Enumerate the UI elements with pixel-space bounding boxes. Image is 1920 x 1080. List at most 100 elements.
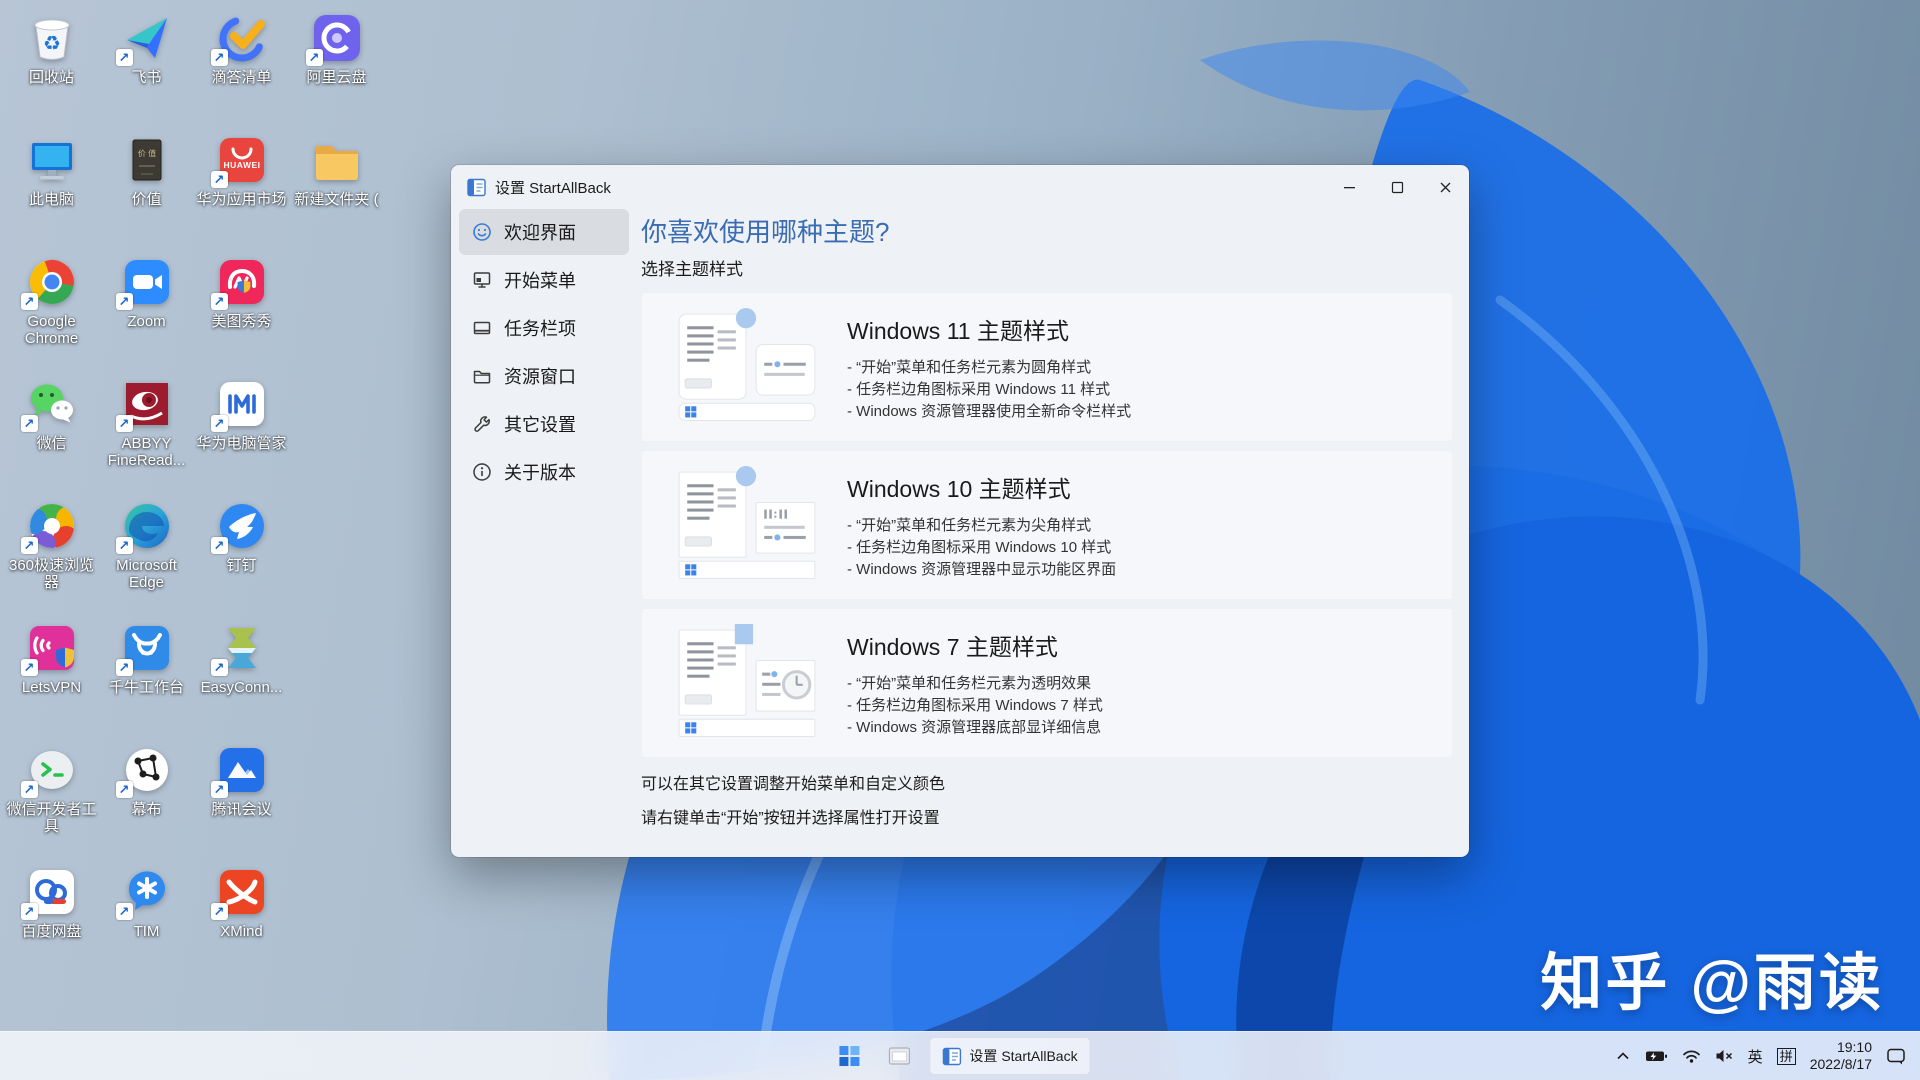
desktop-icon-abbyy[interactable]: ↗ ABBYY FineRead...: [99, 374, 194, 496]
dingtalk-icon: ↗: [210, 500, 268, 554]
sidebar-item-label: 资源窗口: [504, 367, 576, 387]
clock[interactable]: 19:10 2022/8/17: [1810, 1039, 1872, 1073]
desktop-icon-book-jiazhi[interactable]: 价 值价值: [99, 130, 194, 252]
tim-icon: ↗: [115, 866, 173, 920]
desktop-icon-label: 飞书: [131, 69, 162, 86]
shortcut-arrow-icon: ↗: [115, 293, 133, 310]
maximize-button[interactable]: [1373, 165, 1421, 209]
desktop-icon-this-pc[interactable]: 此电脑: [4, 130, 99, 252]
sidebar-item-label: 任务栏项: [504, 319, 576, 339]
tray-date: 2022/8/17: [1809, 1056, 1872, 1072]
taskbar-task-startallback[interactable]: 设置 StartAllBack: [929, 1037, 1091, 1075]
desktop-icon-wechat-devtools[interactable]: ↗ 微信开发者工具: [4, 740, 99, 862]
abbyy-icon: ↗: [115, 378, 173, 432]
minimize-button[interactable]: [1325, 165, 1373, 209]
theme-bullets: - “开始”菜单和任务栏元素为尖角样式 - 任务栏边角图标采用 Windows 1…: [847, 515, 1116, 581]
theme-option-2[interactable]: Windows 7 主题样式 - “开始”菜单和任务栏元素为透明效果 - 任务栏边角…: [641, 608, 1453, 758]
language-indicator[interactable]: 英: [1748, 1046, 1763, 1067]
footnote-1: 可以在其它设置调整开始菜单和自定义颜色: [641, 776, 946, 793]
shortcut-arrow-icon: ↗: [115, 415, 133, 432]
sidebar-item-advanced[interactable]: 其它设置: [459, 401, 629, 447]
desktop-icon-label: 千牛工作台: [108, 679, 184, 696]
theme-preview-icon: [671, 308, 823, 426]
desktop-icon-meitu[interactable]: ↗ 美图秀秀: [194, 252, 289, 374]
shortcut-arrow-icon: ↗: [20, 781, 38, 798]
wifi-icon[interactable]: [1682, 1048, 1701, 1064]
edge-icon: ↗: [115, 500, 173, 554]
sidebar-item-label: 欢迎界面: [504, 223, 576, 243]
easyconnect-icon: ↗: [210, 622, 268, 676]
desktop-icon-label: Google Chrome: [24, 313, 79, 348]
start-button[interactable]: [829, 1036, 869, 1076]
start-menu-icon: [472, 270, 492, 290]
wrench-icon: [472, 414, 492, 434]
desktop-icon-tim[interactable]: ↗ TIM: [99, 862, 194, 984]
desktop-icon-label: 美图秀秀: [211, 313, 272, 330]
desktop-icon-qianniu[interactable]: ↗ 千牛工作台: [99, 618, 194, 740]
ime-indicator[interactable]: 拼: [1776, 1047, 1796, 1065]
desktop-icon-chrome[interactable]: ↗ Google Chrome: [4, 252, 99, 374]
desktop-icon-recycle-bin[interactable]: ♻ 回收站: [4, 8, 99, 130]
sidebar-item-start-menu[interactable]: 开始菜单: [459, 257, 629, 303]
sidebar-item-explorer[interactable]: 资源窗口: [459, 353, 629, 399]
explorer-taskbar-icon[interactable]: [879, 1036, 919, 1076]
desktop-icon-letsvpn[interactable]: ↗ LetsVPN: [4, 618, 99, 740]
theme-bullet: - 任务栏边角图标采用 Windows 7 样式: [847, 696, 1103, 714]
sidebar-item-welcome[interactable]: 欢迎界面: [459, 209, 629, 255]
desktop-icon-label: 腾讯会议: [211, 801, 272, 818]
desktop-icon-label: 华为应用市场: [196, 191, 287, 208]
shortcut-arrow-icon: ↗: [20, 293, 38, 310]
desktop-icon-tencent-meeting[interactable]: ↗ 腾讯会议: [194, 740, 289, 862]
theme-options-list: Windows 11 主题样式 - “开始”菜单和任务栏元素为圆角样式 - 任务栏边…: [641, 292, 1453, 758]
startallback-task-icon: [942, 1047, 962, 1066]
desktop-icon-mubu[interactable]: ↗ 幕布: [99, 740, 194, 862]
desktop-icon-baidu-netdisk[interactable]: ↗ 百度网盘: [4, 862, 99, 984]
battery-icon[interactable]: [1645, 1047, 1668, 1065]
desktop-icon-label: Zoom: [127, 313, 166, 330]
desktop-icon-ticktick[interactable]: ↗ 滴答清单: [194, 8, 289, 130]
shortcut-arrow-icon: ↗: [210, 49, 228, 66]
close-button[interactable]: [1421, 165, 1469, 209]
desktop-icon-edge[interactable]: ↗ Microsoft Edge: [99, 496, 194, 618]
desktop-icon-easyconnect[interactable]: ↗ EasyConn...: [194, 618, 289, 740]
sidebar-item-taskbar[interactable]: 任务栏项: [459, 305, 629, 351]
theme-text: Windows 7 主题样式 - “开始”菜单和任务栏元素为透明效果 - 任务栏边角…: [847, 628, 1103, 739]
theme-bullets: - “开始”菜单和任务栏元素为圆角样式 - 任务栏边角图标采用 Windows 1…: [847, 357, 1131, 423]
recycle-bin-icon: ♻: [26, 12, 78, 64]
huawei-pc-manager-icon: ↗: [210, 378, 268, 432]
taskbar-center-group: 设置 StartAllBack: [829, 1032, 1091, 1080]
huawei-appgallery-icon: HUAWEI ↗: [210, 134, 268, 188]
theme-option-1[interactable]: Windows 10 主题样式 - “开始”菜单和任务栏元素为尖角样式 - 任务栏边…: [641, 450, 1453, 600]
startallback-settings-window: 设置 StartAllBack 欢迎界面开始菜单任务栏项资源窗口其它设置 关于版本…: [451, 165, 1469, 857]
qianniu-icon: ↗: [115, 622, 173, 676]
startallback-app-icon: [467, 178, 486, 197]
desktop-icon-label: EasyConn...: [200, 679, 283, 696]
notifications-icon[interactable]: [1886, 1047, 1906, 1065]
desktop-icon-browser-360[interactable]: ↗ 360极速浏览器: [4, 496, 99, 618]
sidebar-item-about[interactable]: 关于版本: [459, 449, 629, 495]
desktop-icon-aliyun-drive[interactable]: ↗ 阿里云盘: [289, 8, 384, 130]
shortcut-arrow-icon: ↗: [210, 903, 228, 920]
sidebar-item-label: 开始菜单: [504, 271, 576, 291]
theme-option-0[interactable]: Windows 11 主题样式 - “开始”菜单和任务栏元素为圆角样式 - 任务栏边…: [641, 292, 1453, 442]
desktop-icon-new-folder[interactable]: 新建文件夹 (: [289, 130, 384, 252]
shortcut-arrow-icon: ↗: [210, 659, 228, 676]
desktop-icon-xmind[interactable]: ↗ XMind: [194, 862, 289, 984]
desktop-icon-wechat[interactable]: ↗ 微信: [4, 374, 99, 496]
window-titlebar[interactable]: 设置 StartAllBack: [451, 165, 1469, 209]
footnote-2: 请右键单击“开始”按钮并选择属性打开设置: [641, 810, 940, 827]
desktop-icon-huawei-pc-manager[interactable]: ↗ 华为电脑管家: [194, 374, 289, 496]
desktop-icon-zoom-app[interactable]: ↗ Zoom: [99, 252, 194, 374]
svg-text:♻: ♻: [43, 33, 61, 55]
shortcut-arrow-icon: ↗: [115, 49, 133, 66]
shortcut-arrow-icon: ↗: [20, 903, 38, 920]
desktop-icon-feishu[interactable]: ↗ 飞书: [99, 8, 194, 130]
theme-preview-icon: [671, 466, 823, 584]
desktop-icon-huawei-appgallery[interactable]: HUAWEI ↗ 华为应用市场: [194, 130, 289, 252]
tray-chevron-up-icon[interactable]: [1615, 1048, 1631, 1064]
shortcut-arrow-icon: ↗: [115, 903, 133, 920]
desktop-icon-dingtalk[interactable]: ↗ 钉钉: [194, 496, 289, 618]
desktop-icon-label: 新建文件夹 (: [294, 191, 379, 208]
volume-muted-icon[interactable]: [1715, 1048, 1734, 1064]
baidu-netdisk-icon: ↗: [20, 866, 78, 920]
